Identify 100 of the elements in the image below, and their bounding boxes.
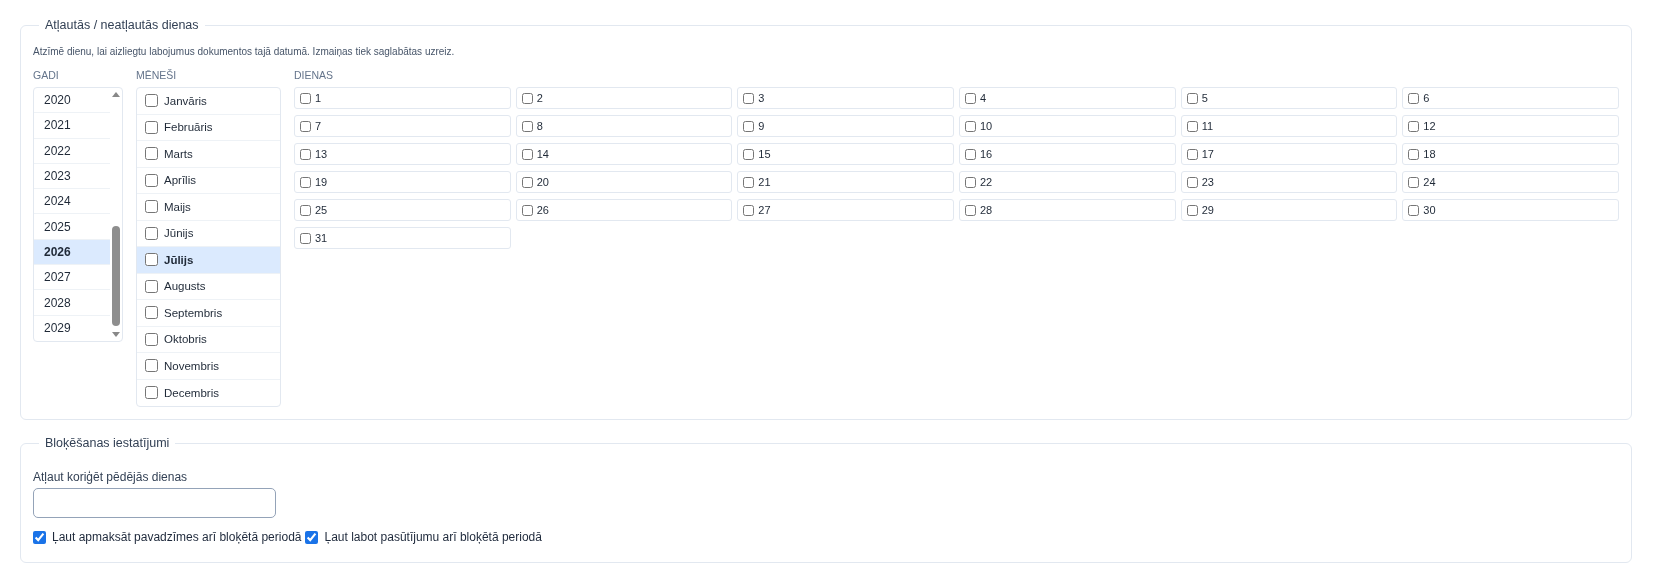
year-item[interactable]: 2022 xyxy=(34,138,110,164)
checkbox[interactable] xyxy=(33,530,46,544)
month-item[interactable]: Marts xyxy=(164,141,272,167)
day-option[interactable]: 12 xyxy=(1402,115,1619,137)
checkbox[interactable] xyxy=(1408,148,1420,160)
day-option[interactable]: 27 xyxy=(737,199,954,221)
checkbox[interactable] xyxy=(145,173,158,187)
checkbox[interactable] xyxy=(965,148,976,160)
year-item[interactable]: 2020 xyxy=(34,88,110,114)
checkbox[interactable] xyxy=(743,204,755,216)
year-item[interactable]: 2021 xyxy=(34,113,110,139)
month-item[interactable]: Augusts xyxy=(164,273,272,299)
checkbox[interactable] xyxy=(145,226,158,240)
checkbox[interactable] xyxy=(145,386,158,400)
day-option[interactable]: 21 xyxy=(737,171,954,193)
checkbox[interactable] xyxy=(300,176,311,188)
day-option[interactable]: 16 xyxy=(959,143,1176,165)
day-option[interactable]: 14 xyxy=(515,143,733,165)
checkbox[interactable] xyxy=(965,176,976,188)
checkbox[interactable] xyxy=(145,253,158,267)
checkbox[interactable] xyxy=(1408,176,1420,188)
checkbox[interactable] xyxy=(1186,176,1198,188)
checkbox[interactable] xyxy=(521,92,533,104)
checkbox[interactable] xyxy=(743,176,755,188)
day-option[interactable]: 11 xyxy=(1180,115,1398,137)
day-option[interactable]: 8 xyxy=(515,115,733,137)
checkbox[interactable] xyxy=(145,332,158,346)
month-item[interactable]: Jūnijs xyxy=(164,220,272,246)
checkbox[interactable] xyxy=(743,148,755,160)
checkbox-option[interactable]: Ļaut apmaksāt pavadzīmes arī bloķētā periodā xyxy=(33,530,302,544)
day-option[interactable]: 7 xyxy=(294,115,511,137)
month-item[interactable]: Aprīlis xyxy=(164,167,272,193)
month-item[interactable]: Decembris xyxy=(164,379,272,406)
month-item[interactable]: Janvāris xyxy=(164,88,272,114)
year-item[interactable]: 2026 xyxy=(34,239,110,266)
checkbox[interactable] xyxy=(743,92,755,104)
checkbox[interactable] xyxy=(300,92,311,104)
checkbox[interactable] xyxy=(1186,204,1198,216)
day-option[interactable]: 15 xyxy=(737,143,954,165)
day-option[interactable]: 9 xyxy=(737,115,954,137)
checkbox[interactable] xyxy=(300,148,311,160)
day-option[interactable]: 3 xyxy=(737,87,954,109)
day-option[interactable]: 17 xyxy=(1180,143,1398,165)
checkbox[interactable] xyxy=(1408,120,1420,132)
day-option[interactable]: 18 xyxy=(1402,143,1619,165)
checkbox[interactable] xyxy=(300,232,311,244)
day-option[interactable]: 10 xyxy=(959,115,1176,137)
day-option[interactable]: 26 xyxy=(515,199,733,221)
day-option[interactable]: 19 xyxy=(294,171,511,193)
year-item[interactable]: 2027 xyxy=(34,265,110,291)
checkbox[interactable] xyxy=(305,530,319,544)
checkbox[interactable] xyxy=(145,120,158,134)
checkbox-option[interactable]: Ļaut labot pasūtījumu arī bloķētā periodā xyxy=(305,530,542,544)
checkbox[interactable] xyxy=(521,120,533,132)
checkbox[interactable] xyxy=(145,306,158,320)
day-option[interactable]: 23 xyxy=(1180,171,1398,193)
input-field[interactable] xyxy=(33,488,276,518)
month-item[interactable]: Februāris xyxy=(164,114,272,140)
checkbox[interactable] xyxy=(1408,204,1420,216)
month-item[interactable]: Maijs xyxy=(164,194,272,220)
year-item[interactable]: 2024 xyxy=(34,189,110,215)
year-item[interactable]: 2025 xyxy=(34,214,110,240)
checkbox[interactable] xyxy=(1186,92,1198,104)
checkbox[interactable] xyxy=(743,120,755,132)
day-option[interactable]: 30 xyxy=(1402,199,1619,221)
checkbox[interactable] xyxy=(145,200,158,214)
year-list[interactable]: 2020 2021 2022 2023 2024 2025 2026 2027 2028 2029 xyxy=(33,87,123,342)
checkbox[interactable] xyxy=(521,148,533,160)
day-option[interactable]: 31 xyxy=(294,227,511,249)
checkbox[interactable] xyxy=(1186,120,1198,132)
checkbox[interactable] xyxy=(965,120,976,132)
month-item[interactable]: Oktobris xyxy=(164,326,272,352)
year-item[interactable]: 2023 xyxy=(34,163,110,190)
day-option[interactable]: 13 xyxy=(294,143,511,165)
day-option[interactable]: 1 xyxy=(294,87,511,109)
day-option[interactable]: 24 xyxy=(1402,171,1619,193)
month-item[interactable]: Septembris xyxy=(164,300,272,326)
checkbox[interactable] xyxy=(145,147,158,161)
checkbox[interactable] xyxy=(965,92,976,104)
checkbox[interactable] xyxy=(300,120,311,132)
checkbox[interactable] xyxy=(1408,92,1420,104)
day-option[interactable]: 2 xyxy=(515,87,733,109)
checkbox[interactable] xyxy=(145,359,158,373)
checkbox[interactable] xyxy=(521,204,533,216)
day-option[interactable]: 22 xyxy=(959,171,1176,193)
day-option[interactable]: 28 xyxy=(959,199,1176,221)
checkbox[interactable] xyxy=(300,204,311,216)
checkbox[interactable] xyxy=(521,176,533,188)
checkbox[interactable] xyxy=(145,94,158,108)
checkbox[interactable] xyxy=(965,204,976,216)
checkbox[interactable] xyxy=(1186,148,1198,160)
month-item[interactable]: Novembris xyxy=(164,353,272,379)
day-option[interactable]: 29 xyxy=(1180,199,1398,221)
day-option[interactable]: 5 xyxy=(1180,87,1398,109)
day-option[interactable]: 25 xyxy=(294,199,511,221)
year-item[interactable]: 2029 xyxy=(34,315,110,341)
day-option[interactable]: 6 xyxy=(1402,87,1619,109)
year-item[interactable]: 2028 xyxy=(34,290,110,316)
day-option[interactable]: 20 xyxy=(515,171,733,193)
checkbox[interactable] xyxy=(145,279,158,293)
